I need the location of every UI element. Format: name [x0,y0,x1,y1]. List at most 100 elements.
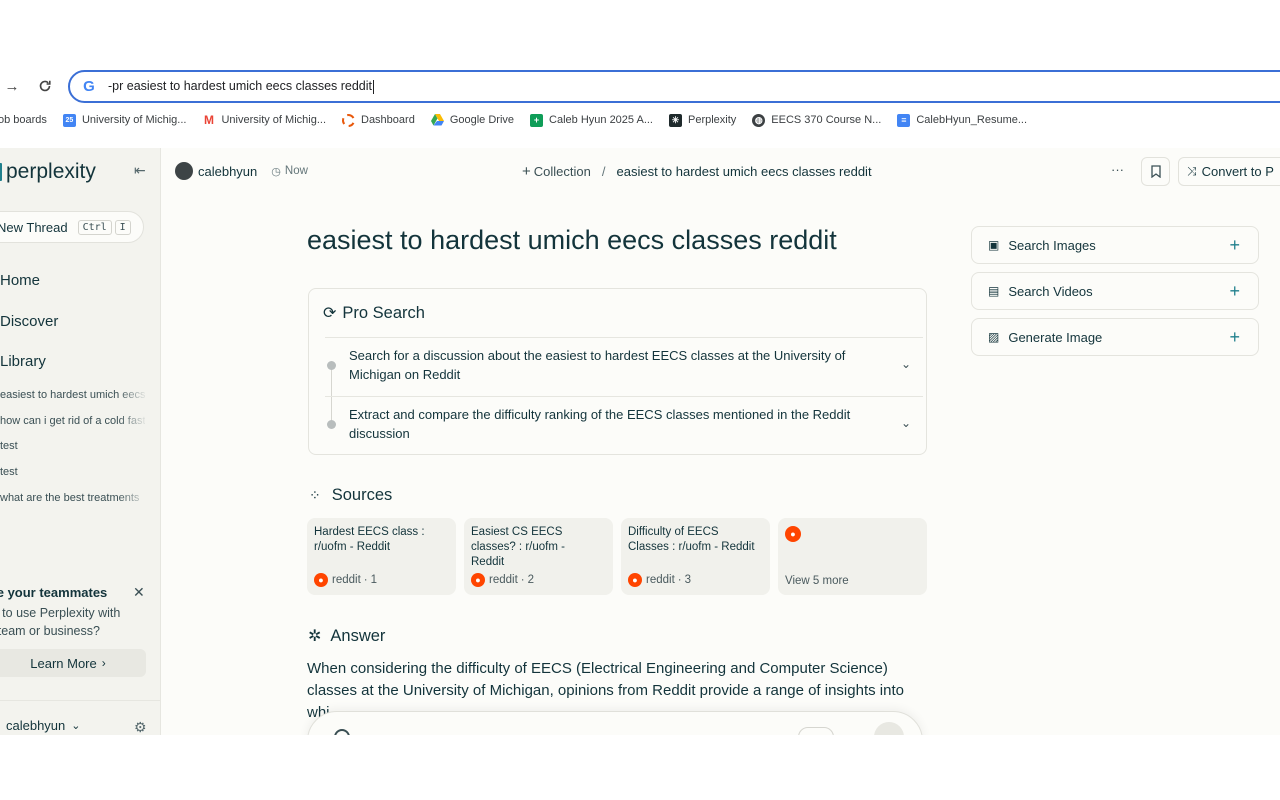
reddit-icon: ● [628,573,642,587]
bookmark-label: University of Michig... [81,114,187,126]
follow-up-input[interactable] [307,711,923,735]
source-site: reddit [646,574,675,586]
submit-button[interactable] [874,722,904,735]
promo-body: your team or business? [0,624,100,638]
perplexity-logo[interactable]: perplexity [0,160,96,184]
source-title-line: Difficulty of EECS [628,526,719,538]
breadcrumb-separator: / [601,164,606,179]
bookmark-eecs-370[interactable]: ◍ EECS 370 Course N... [752,113,881,127]
sources-header: ⁘ Sources [309,486,392,505]
drive-icon [430,114,444,127]
answer-label: Answer [330,626,386,645]
bookmark-resume[interactable]: ≡ CalebHyun_Resume... [897,113,1028,127]
address-bar-text: -pr easiest to hardest umich eecs classe… [108,79,373,94]
bookmark-label: Perplexity [688,114,737,126]
perplexity-app: perplexity ⇤ New Thread Ctrl I Home Disc… [0,148,1280,735]
pro-search-label: Pro Search [342,303,425,322]
search-images-button[interactable]: ▣ Search Images + [971,226,1259,264]
logo-text: perplexity [6,160,96,183]
film-icon: ▤ [988,284,1000,298]
bookmark-perplexity[interactable]: ✳ Perplexity [669,113,737,127]
source-site: reddit [332,574,361,586]
source-number: 1 [370,574,378,586]
source-footer: ● reddit · 1 [314,573,377,587]
source-title: Difficulty of EECS Classes : r/uofm - Re… [628,525,755,555]
source-number: 2 [527,574,535,586]
pro-toggle[interactable] [798,727,834,735]
source-card[interactable]: Difficulty of EECS Classes : r/uofm - Re… [621,518,770,595]
username: calebhyun [6,718,66,733]
source-footer: ● reddit · 2 [471,573,534,587]
learn-more-button[interactable]: Learn More › [0,649,146,677]
bookmark-caleb-hyun-sheet[interactable]: + Caleb Hyun 2025 A... [530,113,653,127]
source-title-line: classes? : r/uofm - [471,541,565,553]
shortcut-ctrl: Ctrl [77,219,112,235]
bookmark-button[interactable] [1141,157,1170,186]
source-number: 3 [684,574,692,586]
reddit-icon: ● [471,573,485,587]
step-text-line: Michigan on Reddit [349,366,461,382]
answer-icon: ✲ [308,628,322,645]
step-text-line: discussion [349,425,410,441]
source-card[interactable]: Hardest EECS class : r/uofm - Reddit ● r… [307,518,456,595]
more-options-button[interactable]: ··· [1111,162,1124,177]
calendar-icon: 25 [62,113,76,127]
browser-chrome: → G -pr easiest to hardest umich eecs cl… [0,0,1280,140]
bookmark-label: CalebHyun_Resume... [916,114,1028,126]
forward-icon[interactable]: → [0,72,26,100]
answer-header: ✲ Answer [308,626,385,646]
pro-search-icon: ⟳ [323,305,337,322]
sidebar-item-discover[interactable]: Discover [0,313,58,330]
pro-search-step[interactable]: Search for a discussion about the easies… [349,347,845,384]
pro-search-step[interactable]: Extract and compare the difficulty ranki… [349,406,850,443]
user-menu[interactable]: calebhyun ⌄ [6,718,81,733]
promo-body: Want to use Perplexity with [0,606,121,620]
bookmark-umich-gmail[interactable]: M University of Michig... [202,113,326,127]
chevron-down-icon[interactable]: ⌄ [901,416,911,430]
sidebar-item-library[interactable]: Library [0,353,46,370]
bookmark-dashboard[interactable]: Dashboard [342,113,415,127]
source-footer: ● reddit · 3 [628,573,691,587]
reload-icon[interactable] [31,72,59,100]
source-site: reddit [489,574,518,586]
timestamp: Now [284,165,308,177]
avatar[interactable] [175,162,193,180]
add-to-collection-button[interactable]: + Collection [522,163,591,180]
pro-search-card: ⟳ Pro Search Search for a discussion abo… [308,288,927,455]
clock-icon: ◷ [271,165,281,178]
close-icon[interactable]: ✕ [133,584,145,601]
google-icon: G [83,78,95,95]
search-icon [334,729,350,735]
reddit-icon: ● [314,573,328,587]
divider [325,337,923,338]
sources-icon: ⁘ [309,487,321,503]
promo-title: Invite your teammates [0,585,108,600]
answer-line: When considering the difficulty of EECS … [307,660,888,677]
bookmark-umich-calendar[interactable]: 25 University of Michig... [62,113,187,127]
text-cursor [373,79,375,94]
convert-to-page-button[interactable]: ⤨ Convert to P [1178,157,1280,186]
perplexity-icon: ✳ [669,113,682,127]
source-title: Easiest CS EECS classes? : r/uofm - Redd… [471,525,565,570]
chevron-down-icon[interactable]: ⌄ [901,357,911,371]
collapse-sidebar-icon[interactable]: ⇤ [134,162,146,179]
convert-label: Convert to P [1201,164,1274,179]
bookmarks-bar: ob boards 25 University of Michig... M Uni… [0,110,1280,130]
source-card[interactable]: Easiest CS EECS classes? : r/uofm - Redd… [464,518,613,595]
source-title-line: Reddit [471,556,505,568]
shuffle-icon: ⤨ [1187,164,1197,178]
view-more-sources-card[interactable]: ● View 5 more [778,518,927,595]
plus-icon: + [1229,235,1240,255]
bookmark-google-drive[interactable]: Google Drive [430,114,514,127]
generate-image-button[interactable]: ▨ Generate Image + [971,318,1259,356]
bookmark-job-boards[interactable]: ob boards [0,114,47,126]
address-bar[interactable]: G -pr easiest to hardest umich eecs clas… [68,70,1280,103]
right-button-label: Search Images [1008,237,1096,253]
settings-icon[interactable]: ⚙ [134,719,147,735]
new-thread-button[interactable]: New Thread Ctrl I [0,211,144,243]
sidebar-item-home[interactable]: Home [0,272,40,289]
header-username[interactable]: calebhyun [198,164,257,179]
chevron-right-icon: › [101,656,106,670]
search-videos-button[interactable]: ▤ Search Videos + [971,272,1259,310]
view-more-label: View 5 more [785,575,849,587]
